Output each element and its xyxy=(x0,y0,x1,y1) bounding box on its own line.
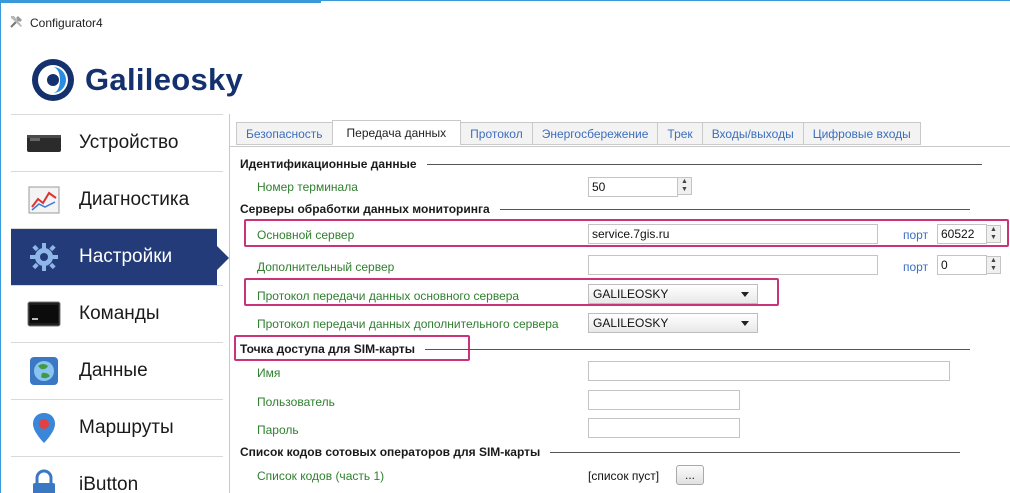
main-server-label: Основной сервер xyxy=(257,228,355,242)
apn-password-input[interactable] xyxy=(588,418,740,438)
tab-inputs-outputs[interactable]: Входы/выходы xyxy=(701,122,804,145)
spin-up-icon: ▲ xyxy=(990,226,997,233)
data-transfer-panel: Идентификационные данные Номер терминала… xyxy=(230,146,1010,493)
extra-server-input[interactable] xyxy=(588,255,878,275)
main-server-input[interactable]: service.7gis.ru xyxy=(588,224,878,244)
galileosky-logo-icon xyxy=(32,59,74,101)
extra-port-label: порт xyxy=(903,260,929,274)
main-protocol-select[interactable]: GALILEOSKY xyxy=(588,284,758,304)
spin-down-icon: ▼ xyxy=(990,265,997,272)
apn-name-label: Имя xyxy=(257,366,281,380)
extra-server-label: Дополнительный сервер xyxy=(257,260,395,274)
section-apn: Точка доступа для SIM-карты xyxy=(240,342,971,356)
sidebar: Устройство Диагностика Настройки Команды xyxy=(1,114,229,493)
lock-icon xyxy=(25,469,63,493)
top-accent-line xyxy=(1,1,321,3)
brand-name: Galileosky xyxy=(85,62,244,97)
section-identification: Идентификационные данные xyxy=(240,157,982,171)
terminal-number-label: Номер терминала xyxy=(257,180,358,194)
chart-icon xyxy=(25,184,63,216)
globe-icon xyxy=(25,355,63,387)
section-servers: Серверы обработки данных мониторинга xyxy=(240,202,970,216)
tab-power-saving[interactable]: Энергосбережение xyxy=(531,122,659,145)
apn-user-label: Пользователь xyxy=(257,395,335,409)
codes-list-label: Список кодов (часть 1) xyxy=(257,469,385,483)
main-port-spinner[interactable]: ▲ ▼ xyxy=(986,225,1001,243)
terminal-number-spinner[interactable]: ▲ ▼ xyxy=(677,177,692,195)
gear-icon xyxy=(25,241,63,273)
window-title: Configurator4 xyxy=(30,16,103,30)
spin-down-icon: ▼ xyxy=(990,234,997,241)
sidebar-item-routes[interactable]: Маршруты xyxy=(11,399,223,456)
terminal-number-field[interactable]: 50 xyxy=(588,177,678,197)
extra-protocol-label: Протокол передачи данных дополнительного… xyxy=(257,317,559,331)
device-icon xyxy=(25,127,63,159)
settings-tabs: Безопасность Передача данных Протокол Эн… xyxy=(236,120,921,146)
extra-port-field[interactable]: 0 xyxy=(937,255,987,275)
chevron-down-icon xyxy=(741,292,749,297)
sidebar-item-settings[interactable]: Настройки xyxy=(11,228,229,285)
tab-data-transfer[interactable]: Передача данных xyxy=(331,120,462,145)
tab-digital-inputs[interactable]: Цифровые входы xyxy=(802,122,921,145)
tab-security[interactable]: Безопасность xyxy=(236,122,333,145)
main-port-label: порт xyxy=(903,228,929,242)
brand-logo: Galileosky xyxy=(31,55,243,105)
sidebar-item-commands[interactable]: Команды xyxy=(11,285,223,342)
map-pin-icon xyxy=(25,412,63,444)
spin-down-icon: ▼ xyxy=(681,186,688,193)
app-window: Configurator4 Galileosky Устройство Диаг… xyxy=(0,0,1010,493)
tab-protocol[interactable]: Протокол xyxy=(460,122,533,145)
codes-edit-button[interactable]: ... xyxy=(676,465,704,485)
section-operator-codes: Список кодов сотовых операторов для SIM-… xyxy=(240,445,961,459)
main-port-field[interactable]: 60522 xyxy=(937,224,987,244)
sidebar-item-diagnostics[interactable]: Диагностика xyxy=(11,171,223,228)
tab-track[interactable]: Трек xyxy=(657,122,703,145)
settings-content: Безопасность Передача данных Протокол Эн… xyxy=(229,114,1010,493)
apn-name-input[interactable] xyxy=(588,361,950,381)
apn-password-label: Пароль xyxy=(257,423,299,437)
codes-list-value: [список пуст] xyxy=(588,469,660,483)
sidebar-item-data[interactable]: Данные xyxy=(11,342,223,399)
chevron-down-icon xyxy=(741,321,749,326)
extra-protocol-select[interactable]: GALILEOSKY xyxy=(588,313,758,333)
sidebar-item-device[interactable]: Устройство xyxy=(11,114,223,171)
spin-up-icon: ▲ xyxy=(990,257,997,264)
spin-up-icon: ▲ xyxy=(681,178,688,185)
tools-icon xyxy=(9,14,24,32)
extra-port-spinner[interactable]: ▲ ▼ xyxy=(986,256,1001,274)
title-bar: Configurator4 xyxy=(9,14,103,32)
main-protocol-label: Протокол передачи данных основного серве… xyxy=(257,289,520,303)
active-indicator-arrow xyxy=(217,246,229,270)
terminal-icon xyxy=(25,298,63,330)
sidebar-item-ibutton[interactable]: iButton xyxy=(11,456,223,493)
apn-user-input[interactable] xyxy=(588,390,740,410)
